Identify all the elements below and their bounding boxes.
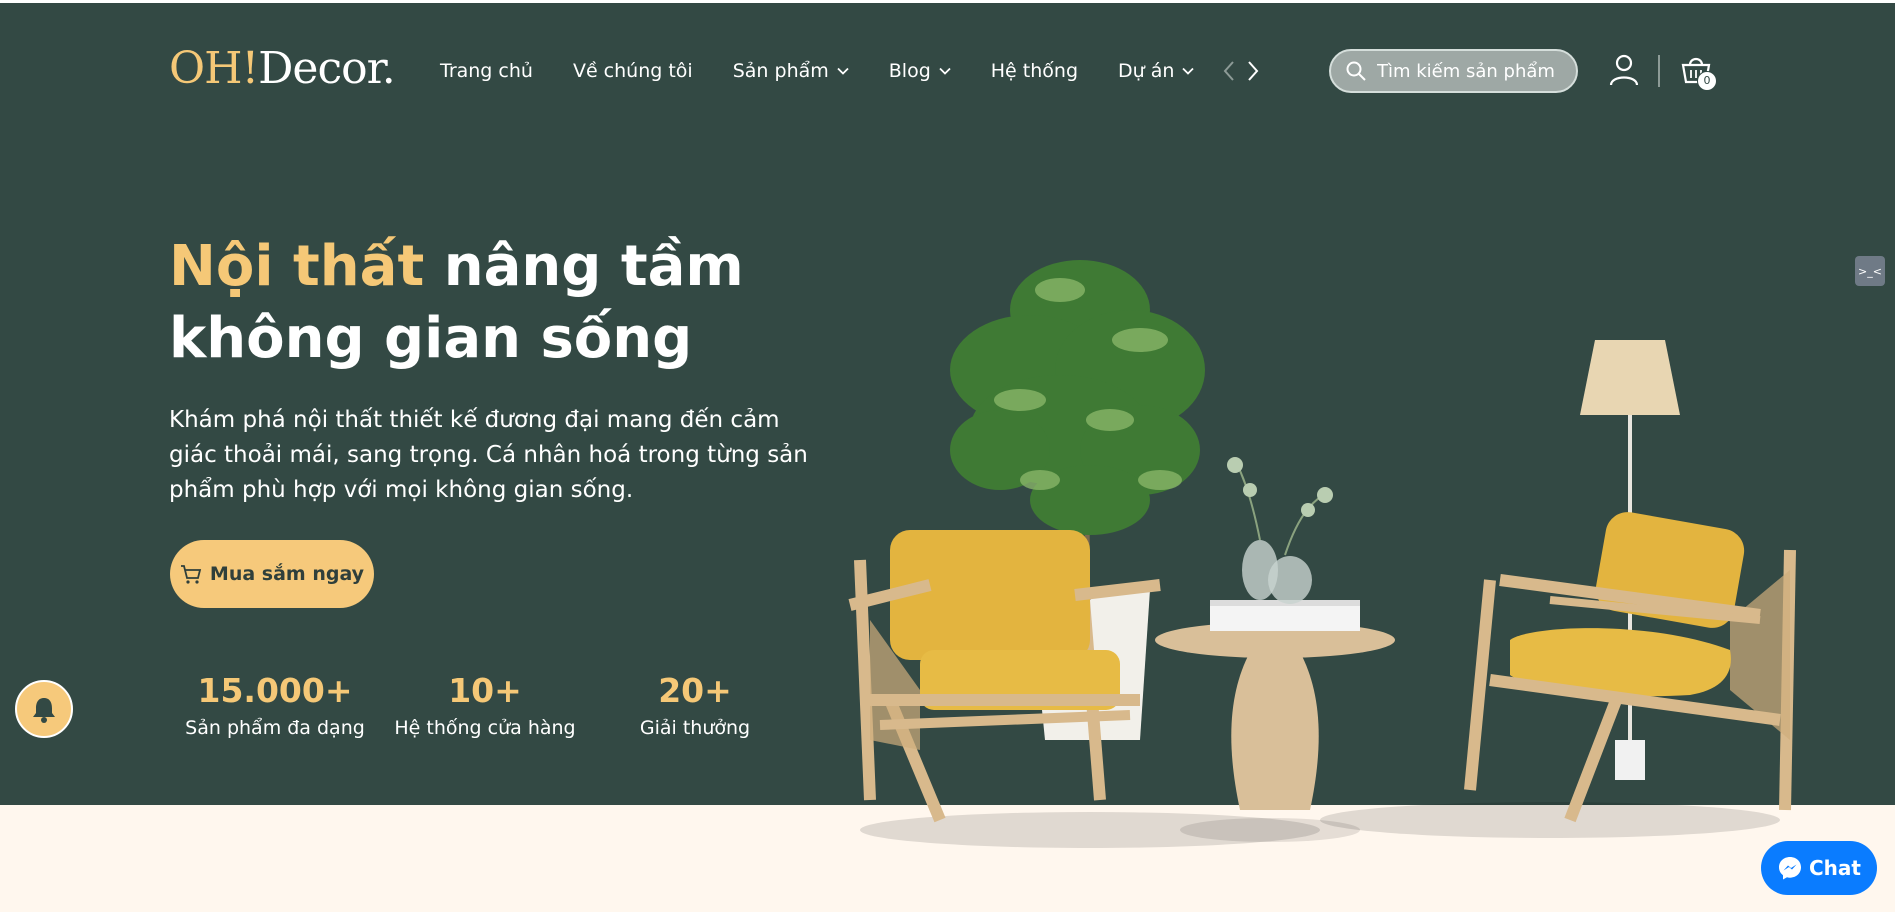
bell-icon bbox=[33, 698, 55, 723]
site-logo[interactable]: OH!Decor. bbox=[169, 43, 396, 95]
nav-label: Trang chủ bbox=[440, 60, 533, 82]
search-input[interactable] bbox=[1375, 59, 1569, 83]
search-box bbox=[1329, 49, 1578, 93]
nav-label: Sản phẩm bbox=[732, 60, 829, 82]
stat-number: 10+ bbox=[448, 671, 522, 710]
nav-item-products[interactable]: Sản phẩm bbox=[733, 60, 849, 82]
nav-label: Về chúng tôi bbox=[572, 60, 693, 82]
chevron-down-icon bbox=[939, 67, 951, 75]
stat-awards: 20+ Giải thưởng bbox=[590, 669, 800, 741]
nav-label: Blog bbox=[888, 60, 931, 82]
stat-stores: 10+ Hệ thống cửa hàng bbox=[380, 669, 590, 741]
cart-icon bbox=[180, 565, 202, 584]
chevron-down-icon bbox=[1182, 67, 1195, 75]
nav-item-blog[interactable]: Blog bbox=[889, 60, 951, 82]
cart-count-badge: 0 bbox=[1697, 71, 1717, 91]
chevron-down-icon bbox=[837, 67, 849, 75]
stat-label: Giải thưởng bbox=[639, 717, 751, 739]
chat-button[interactable]: Chat bbox=[1761, 841, 1877, 895]
shop-now-button[interactable]: Mua sắm ngay bbox=[170, 540, 374, 608]
notification-bell-button[interactable] bbox=[15, 680, 73, 738]
header-divider bbox=[1658, 55, 1660, 87]
nav-label: Hệ thống bbox=[990, 60, 1079, 82]
shop-now-label: Mua sắm ngay bbox=[209, 563, 365, 585]
hero-description: Khám phá nội thất thiết kế đương đại man… bbox=[169, 407, 808, 503]
headline-highlight: Nội thất bbox=[169, 234, 425, 299]
nav-scroll-arrows bbox=[1222, 59, 1260, 83]
nav-item-home[interactable]: Trang chủ bbox=[440, 60, 533, 82]
stat-label: Hệ thống cửa hàng bbox=[394, 717, 576, 739]
stat-products: 15.000+ Sản phẩm đa dạng bbox=[170, 669, 380, 741]
nav-item-projects[interactable]: Dự án bbox=[1118, 60, 1195, 82]
hero-furniture-image bbox=[848, 260, 1796, 848]
logo-accent: OH! bbox=[169, 43, 259, 94]
stat-label: Sản phẩm đa dạng bbox=[185, 717, 365, 739]
hero-headline: Nội thất nâng tầm không gian sống bbox=[169, 231, 829, 375]
side-widget-tab[interactable]: >_< bbox=[1855, 256, 1885, 286]
main-nav: Trang chủ Về chúng tôi Sản phẩm Blog Hệ … bbox=[440, 53, 1234, 89]
stat-number: 15.000+ bbox=[197, 671, 353, 710]
nav-item-system[interactable]: Hệ thống bbox=[991, 60, 1078, 82]
nav-label: Dự án bbox=[1118, 60, 1175, 82]
user-icon[interactable] bbox=[1609, 54, 1639, 86]
nav-item-about[interactable]: Về chúng tôi bbox=[573, 60, 693, 82]
chevron-left-icon[interactable] bbox=[1222, 59, 1236, 83]
chat-label: Chat bbox=[1809, 856, 1861, 880]
search-icon[interactable] bbox=[1345, 60, 1367, 82]
chevron-right-icon[interactable] bbox=[1246, 59, 1260, 83]
logo-text: Decor. bbox=[258, 43, 396, 94]
messenger-icon bbox=[1779, 857, 1801, 880]
stat-number: 20+ bbox=[658, 671, 732, 710]
